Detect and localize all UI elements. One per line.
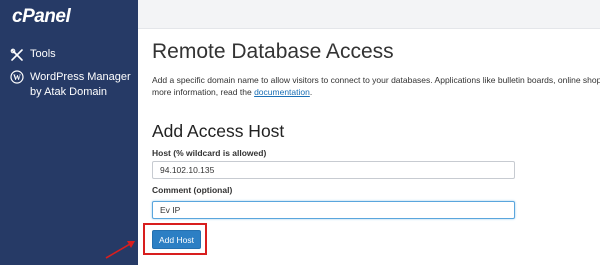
annotation-arrow-icon [105,241,135,259]
top-bar [138,0,600,29]
sidebar-item-label: Tools [30,48,56,60]
wordpress-icon: W [10,70,24,84]
svg-text:W: W [13,73,21,82]
section-title: Add Access Host [152,121,285,141]
host-input[interactable] [152,161,515,179]
sidebar: cPanel Tools W WordPress Manager by Atak… [0,0,138,265]
comment-label: Comment (optional) [152,185,233,195]
page-title: Remote Database Access [152,40,394,63]
host-label: Host (% wildcard is allowed) [152,148,267,158]
sidebar-item-tools[interactable]: Tools [10,48,56,62]
comment-input[interactable] [152,201,515,219]
add-host-button[interactable]: Add Host [152,230,201,249]
tools-icon [10,48,23,61]
documentation-link[interactable]: documentation [254,87,310,97]
intro-text: Add a specific domain name to allow visi… [152,75,600,97]
sidebar-item-wordpress-manager[interactable]: W WordPress Manager by Atak Domain [10,70,131,100]
cpanel-logo[interactable]: cPanel [12,6,71,28]
sidebar-item-label: WordPress Manager by Atak Domain [30,71,131,98]
